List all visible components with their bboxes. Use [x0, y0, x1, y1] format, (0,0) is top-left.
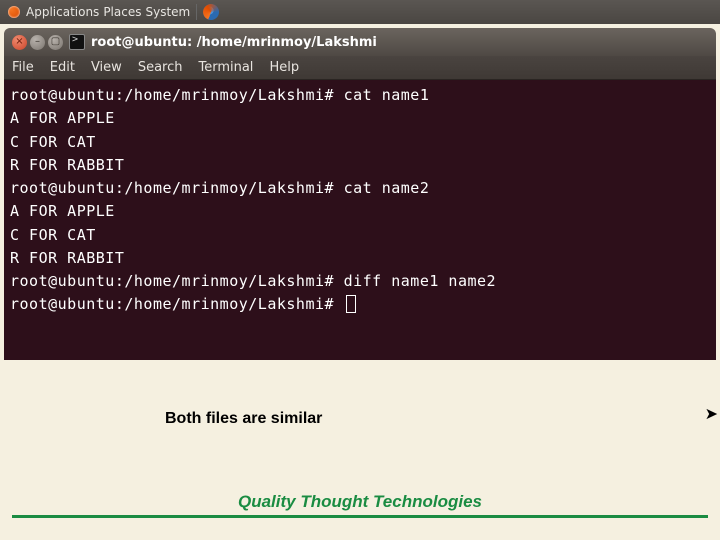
caption-text: Both files are similar: [165, 410, 322, 428]
panel-menu-system[interactable]: System: [145, 5, 190, 19]
terminal-icon: [69, 34, 85, 50]
window-title: root@ubuntu: /home/mrinmoy/Lakshmi: [91, 35, 377, 50]
ubuntu-logo-icon: [6, 4, 22, 20]
terminal-prompt-line: root@ubuntu:/home/mrinmoy/Lakshmi#: [10, 293, 710, 316]
terminal-output-line: R FOR RABBIT: [10, 247, 710, 270]
terminal-cursor: [346, 295, 356, 313]
menu-help[interactable]: Help: [269, 60, 299, 75]
menu-search[interactable]: Search: [138, 60, 183, 75]
menu-file[interactable]: File: [12, 60, 34, 75]
panel-menu-places[interactable]: Places: [103, 5, 141, 19]
footer-divider: [12, 515, 708, 518]
close-icon[interactable]: ×: [12, 35, 27, 50]
terminal-prompt-line: root@ubuntu:/home/mrinmoy/Lakshmi# diff …: [10, 270, 710, 293]
terminal-prompt-line: root@ubuntu:/home/mrinmoy/Lakshmi# cat n…: [10, 84, 710, 107]
terminal-body[interactable]: root@ubuntu:/home/mrinmoy/Lakshmi# cat n…: [4, 80, 716, 360]
gnome-top-panel: Applications Places System: [0, 0, 720, 24]
terminal-output-line: C FOR CAT: [10, 131, 710, 154]
terminal-output-line: A FOR APPLE: [10, 200, 710, 223]
menubar: File Edit View Search Terminal Help: [4, 56, 716, 80]
minimize-icon[interactable]: –: [30, 35, 45, 50]
menu-view[interactable]: View: [91, 60, 122, 75]
menu-edit[interactable]: Edit: [50, 60, 75, 75]
terminal-output-line: C FOR CAT: [10, 224, 710, 247]
terminal-output-line: A FOR APPLE: [10, 107, 710, 130]
terminal-prompt-line: root@ubuntu:/home/mrinmoy/Lakshmi# cat n…: [10, 177, 710, 200]
panel-separator: [196, 4, 197, 20]
firefox-icon[interactable]: [203, 4, 219, 20]
footer-text: Quality Thought Technologies: [0, 492, 720, 512]
terminal-window: × – ▢ root@ubuntu: /home/mrinmoy/Lakshmi…: [4, 28, 716, 360]
maximize-icon[interactable]: ▢: [48, 35, 63, 50]
panel-menu-applications[interactable]: Applications: [26, 5, 99, 19]
mouse-cursor-icon: ➤: [705, 404, 718, 423]
window-buttons: × – ▢: [12, 35, 63, 50]
terminal-output-line: R FOR RABBIT: [10, 154, 710, 177]
window-titlebar[interactable]: × – ▢ root@ubuntu: /home/mrinmoy/Lakshmi: [4, 28, 716, 56]
menu-terminal[interactable]: Terminal: [198, 60, 253, 75]
